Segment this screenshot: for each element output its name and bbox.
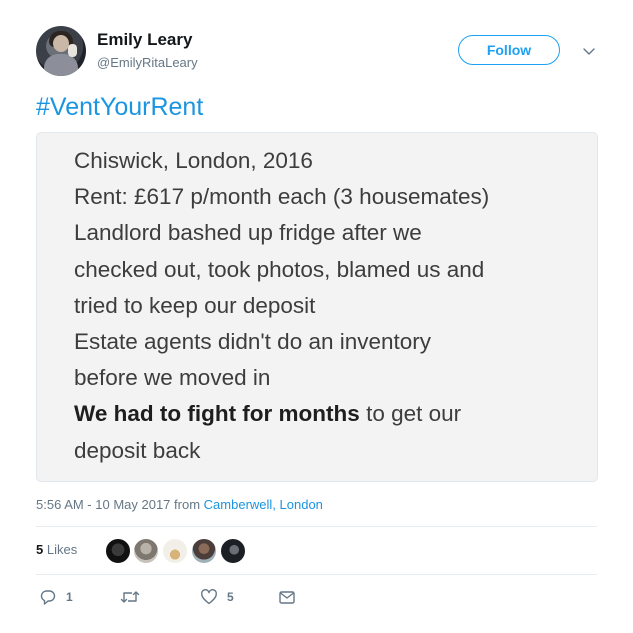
retweet-button[interactable]: [120, 588, 149, 606]
retweet-icon: [120, 591, 140, 603]
image-text-line: before we moved in: [74, 365, 271, 391]
reply-icon: [40, 590, 56, 605]
image-text-after-bold: to get our: [359, 401, 462, 427]
user-name[interactable]: Emily Leary: [97, 30, 192, 50]
image-text-bold: We had to fight for months: [74, 401, 360, 427]
divider: [36, 574, 597, 575]
divider: [36, 526, 597, 527]
envelope-icon: [279, 591, 295, 604]
from-label: from: [174, 497, 201, 512]
location-link[interactable]: Camberwell, London: [204, 497, 323, 512]
tweet-meta: 5:56 AM - 10 May 2017 from Camberwell, L…: [36, 497, 323, 512]
liker-avatar[interactable]: [105, 538, 131, 564]
tweet-header: Emily Leary @EmilyRitaLeary Follow: [36, 24, 616, 80]
image-text-line: Rent: £617 p/month each (3 housemates): [74, 184, 490, 210]
liker-avatar[interactable]: [162, 538, 188, 564]
dm-button[interactable]: [278, 588, 296, 606]
like-count: 5: [227, 590, 234, 604]
follow-button[interactable]: Follow: [458, 35, 560, 65]
image-text-line: Chiswick, London, 2016: [74, 148, 313, 173]
heart-icon: [201, 589, 217, 605]
image-text-line: deposit back: [74, 437, 201, 463]
likes-label: Likes: [46, 542, 78, 557]
timestamp[interactable]: 5:56 AM - 10 May 2017: [36, 497, 170, 512]
chevron-down-icon[interactable]: [581, 43, 597, 59]
liker-avatar[interactable]: [133, 538, 159, 564]
avatar[interactable]: [36, 26, 86, 76]
tweet-actions: 1 5: [36, 588, 336, 608]
reply-count: 1: [66, 590, 73, 604]
reply-button[interactable]: 1: [39, 588, 73, 606]
like-button[interactable]: 5: [200, 588, 234, 606]
image-text-line: tried to keep our deposit: [74, 292, 316, 318]
liker-avatar[interactable]: [191, 538, 217, 564]
image-text-line: checked out, took photos, blamed us and: [74, 256, 485, 282]
hashtag-link[interactable]: #VentYourRent: [36, 93, 203, 122]
image-text: Chiswick, London, 2016 Rent: £617 p/mont…: [74, 143, 594, 469]
image-text-line: Landlord bashed up fridge after we: [74, 220, 422, 246]
user-handle[interactable]: @EmilyRitaLeary: [97, 55, 198, 70]
image-text-line: Estate agents didn't do an inventory: [74, 329, 432, 355]
liker-avatar[interactable]: [220, 538, 246, 564]
likes-count: 5: [36, 542, 44, 557]
image-text-line: We had to fight for months to get our: [74, 396, 594, 432]
likes-stat[interactable]: 5 Likes: [36, 542, 77, 557]
tweet-image[interactable]: Chiswick, London, 2016 Rent: £617 p/mont…: [36, 132, 598, 482]
